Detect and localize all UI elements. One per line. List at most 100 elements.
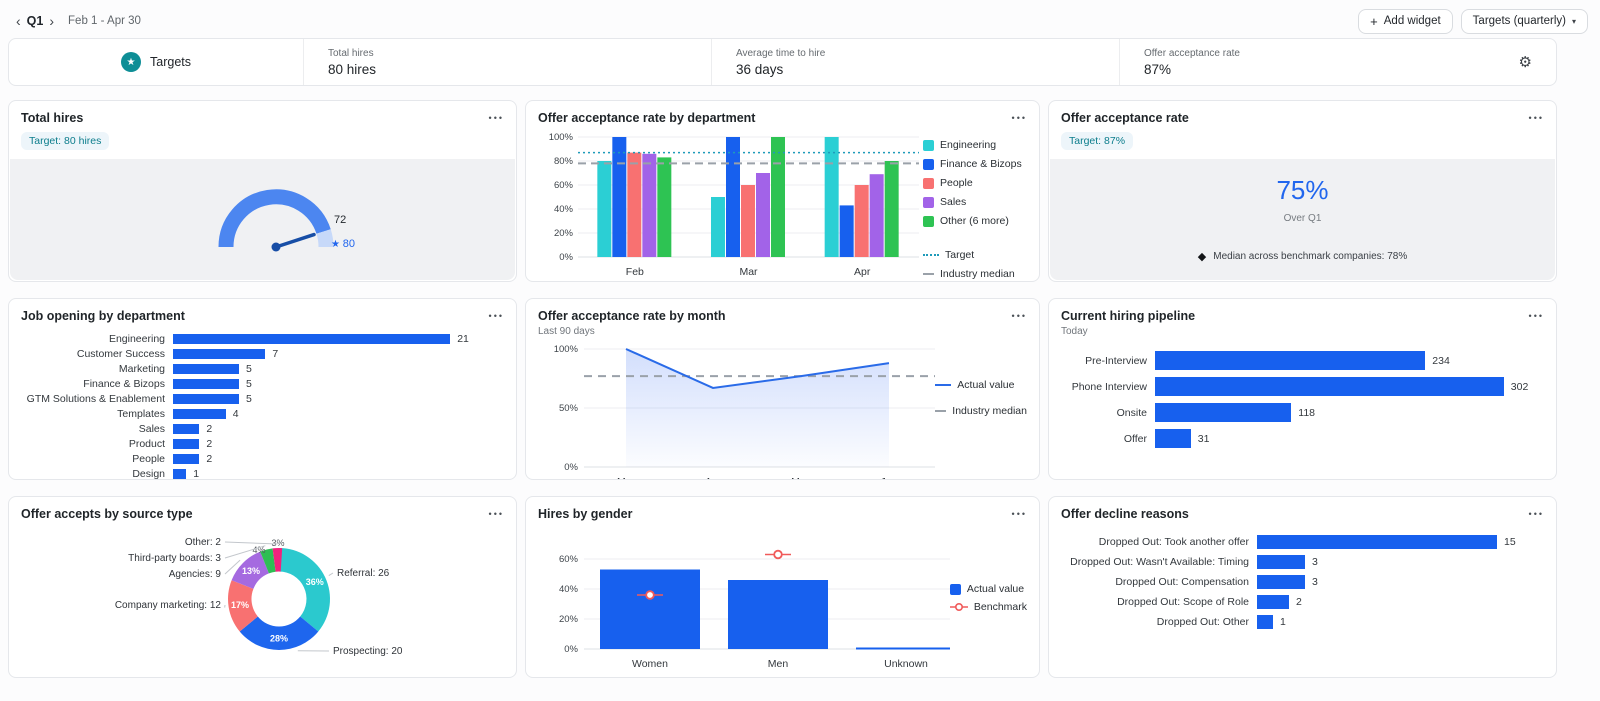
gauge-panel: 72 ★ 80 <box>10 159 515 280</box>
svg-text:28%: 28% <box>270 634 288 644</box>
widget-subtitle: Last 90 days <box>538 326 595 337</box>
gauge-arc-filled <box>218 189 331 248</box>
bar-row: Templates 4 <box>117 408 239 420</box>
metric-value: 80 hires <box>328 61 377 77</box>
legend-swatch <box>923 177 934 189</box>
caret-down-icon: ▾ <box>1571 16 1576 26</box>
benchmark-gem-icon: ◆ <box>1197 251 1207 263</box>
targets-star-icon: ★ <box>121 52 141 72</box>
bar <box>1155 377 1504 396</box>
widget-menu-icon[interactable]: ••• <box>489 507 504 519</box>
bar <box>1257 535 1497 549</box>
bar <box>856 647 950 650</box>
bar-row: Pre-Interview 234 <box>1061 351 1544 370</box>
legend-item: People <box>923 177 1022 189</box>
widget-menu-icon[interactable]: ••• <box>489 111 504 123</box>
bar-row: Customer Success 7 <box>76 348 279 360</box>
legend-item: Actual value <box>935 379 1027 391</box>
bar <box>771 137 785 257</box>
widget-hires-by-gender: Hires by gender ••• 0% 20% 40% 60% Women Men U… <box>525 496 1040 678</box>
gauge-value-label: 72 <box>334 214 346 226</box>
bar-row: Finance & Bizops 5 <box>83 378 252 390</box>
bar-row: People 2 <box>132 453 213 465</box>
bar <box>173 439 200 449</box>
summary-metric-time-to-hire: Average time to hire 36 days <box>711 39 1119 85</box>
svg-text:80%: 80% <box>554 156 574 167</box>
bar <box>173 454 200 464</box>
bar-row: Dropped Out: Took another offer 15 <box>1098 535 1516 549</box>
callout-label: Agencies: 9 <box>169 569 222 580</box>
widget-menu-icon[interactable]: ••• <box>1529 111 1544 123</box>
bar <box>1155 429 1191 448</box>
legend-item: Finance & Bizops <box>923 158 1022 170</box>
bar-row: Offer 31 <box>1061 429 1544 448</box>
bar-row: GTM Solutions & Enablement 5 <box>26 393 252 405</box>
widget-title: Offer acceptance rate by month <box>538 309 726 323</box>
source-type-donut-chart: 36%28%17%13%4%3%Other: 2Third-party boar… <box>115 537 403 657</box>
widget-menu-icon[interactable]: ••• <box>1012 507 1027 519</box>
bar <box>597 161 612 257</box>
bar <box>173 364 239 374</box>
callout-label: Third-party boards: 3 <box>128 553 221 564</box>
svg-text:Apr: Apr <box>705 476 722 480</box>
gear-icon[interactable]: ⚙ <box>1519 53 1532 71</box>
period-label: Q1 <box>26 14 44 28</box>
total-hires-gauge: 72 ★ 80 <box>218 189 355 252</box>
widget-menu-icon[interactable]: ••• <box>1012 111 1027 123</box>
bar <box>854 185 869 257</box>
svg-text:0%: 0% <box>564 644 578 655</box>
gender-bar-chart: 0% 20% 40% 60% Women Men Unknown <box>559 549 950 670</box>
svg-text:100%: 100% <box>549 132 574 143</box>
gender-chart-legend: Actual value Benchmark <box>949 521 1027 613</box>
legend-swatch <box>923 158 934 170</box>
chevron-left-icon[interactable]: ‹ <box>12 13 25 29</box>
svg-text:50%: 50% <box>559 403 579 414</box>
svg-text:17%: 17% <box>231 600 249 610</box>
chevron-right-icon[interactable]: › <box>45 13 58 29</box>
widget-menu-icon[interactable]: ••• <box>489 309 504 321</box>
widget-pipeline: Current hiring pipeline ••• Today Pre-In… <box>1048 298 1557 480</box>
bar <box>627 152 642 257</box>
topbar: ‹ Q1 › Feb 1 - Apr 30 + Add widget Targe… <box>0 0 1600 34</box>
department-chart-legend: Engineering Finance & Bizops People Sales Ot… <box>923 125 1022 280</box>
bar-row: Dropped Out: Compensation 3 <box>1115 575 1318 589</box>
bar-row: Dropped Out: Other 1 <box>1156 615 1286 629</box>
svg-text:Mar: Mar <box>739 266 758 277</box>
callout-label: Other: 2 <box>185 537 222 548</box>
legend-item: Sales <box>923 196 1022 208</box>
widget-acceptance-by-month: Offer acceptance rate by month ••• Last … <box>525 298 1040 480</box>
legend-item: Benchmark <box>949 601 1027 613</box>
add-widget-button[interactable]: + Add widget <box>1358 8 1453 34</box>
bar <box>741 185 755 257</box>
gauge-arc-rest <box>316 229 334 248</box>
widget-job-openings: Job opening by department ••• Engineerin… <box>8 298 517 480</box>
svg-text:20%: 20% <box>554 228 574 239</box>
widget-acceptance-rate: Offer acceptance rate ••• Target: 87% 75… <box>1048 100 1557 282</box>
bar <box>711 197 725 257</box>
widget-menu-icon[interactable]: ••• <box>1012 309 1027 321</box>
widget-title: Offer acceptance rate by department <box>538 111 756 125</box>
target-badge: Target: 87% <box>1061 132 1134 150</box>
callout-line <box>328 572 334 577</box>
bar <box>726 137 740 257</box>
widget-accepts-by-source: Offer accepts by source type ••• 36% 28% 1… <box>8 496 517 678</box>
date-range: Feb 1 - Apr 30 <box>68 15 141 27</box>
widget-menu-icon[interactable]: ••• <box>1529 309 1544 321</box>
add-widget-label: Add widget <box>1383 15 1441 27</box>
bar <box>642 153 657 257</box>
bar <box>756 173 770 257</box>
svg-text:Jun: Jun <box>881 476 898 480</box>
callout-label: Referral: 26 <box>337 568 390 579</box>
metric-value: 87% <box>1144 61 1172 77</box>
bar <box>728 580 828 649</box>
widget-menu-icon[interactable]: ••• <box>1529 507 1544 519</box>
bar <box>173 379 239 389</box>
widget-title: Hires by gender <box>538 507 633 521</box>
view-selector-button[interactable]: Targets (quarterly) ▾ <box>1460 8 1588 34</box>
legend-item: Actual value <box>949 583 1027 595</box>
acceptance-rate-value: 75% <box>1276 175 1329 205</box>
star-icon: ★ <box>331 239 343 250</box>
widget-title: Offer decline reasons <box>1061 507 1189 521</box>
widget-title: Total hires <box>21 111 84 125</box>
plus-icon: + <box>1370 13 1378 29</box>
